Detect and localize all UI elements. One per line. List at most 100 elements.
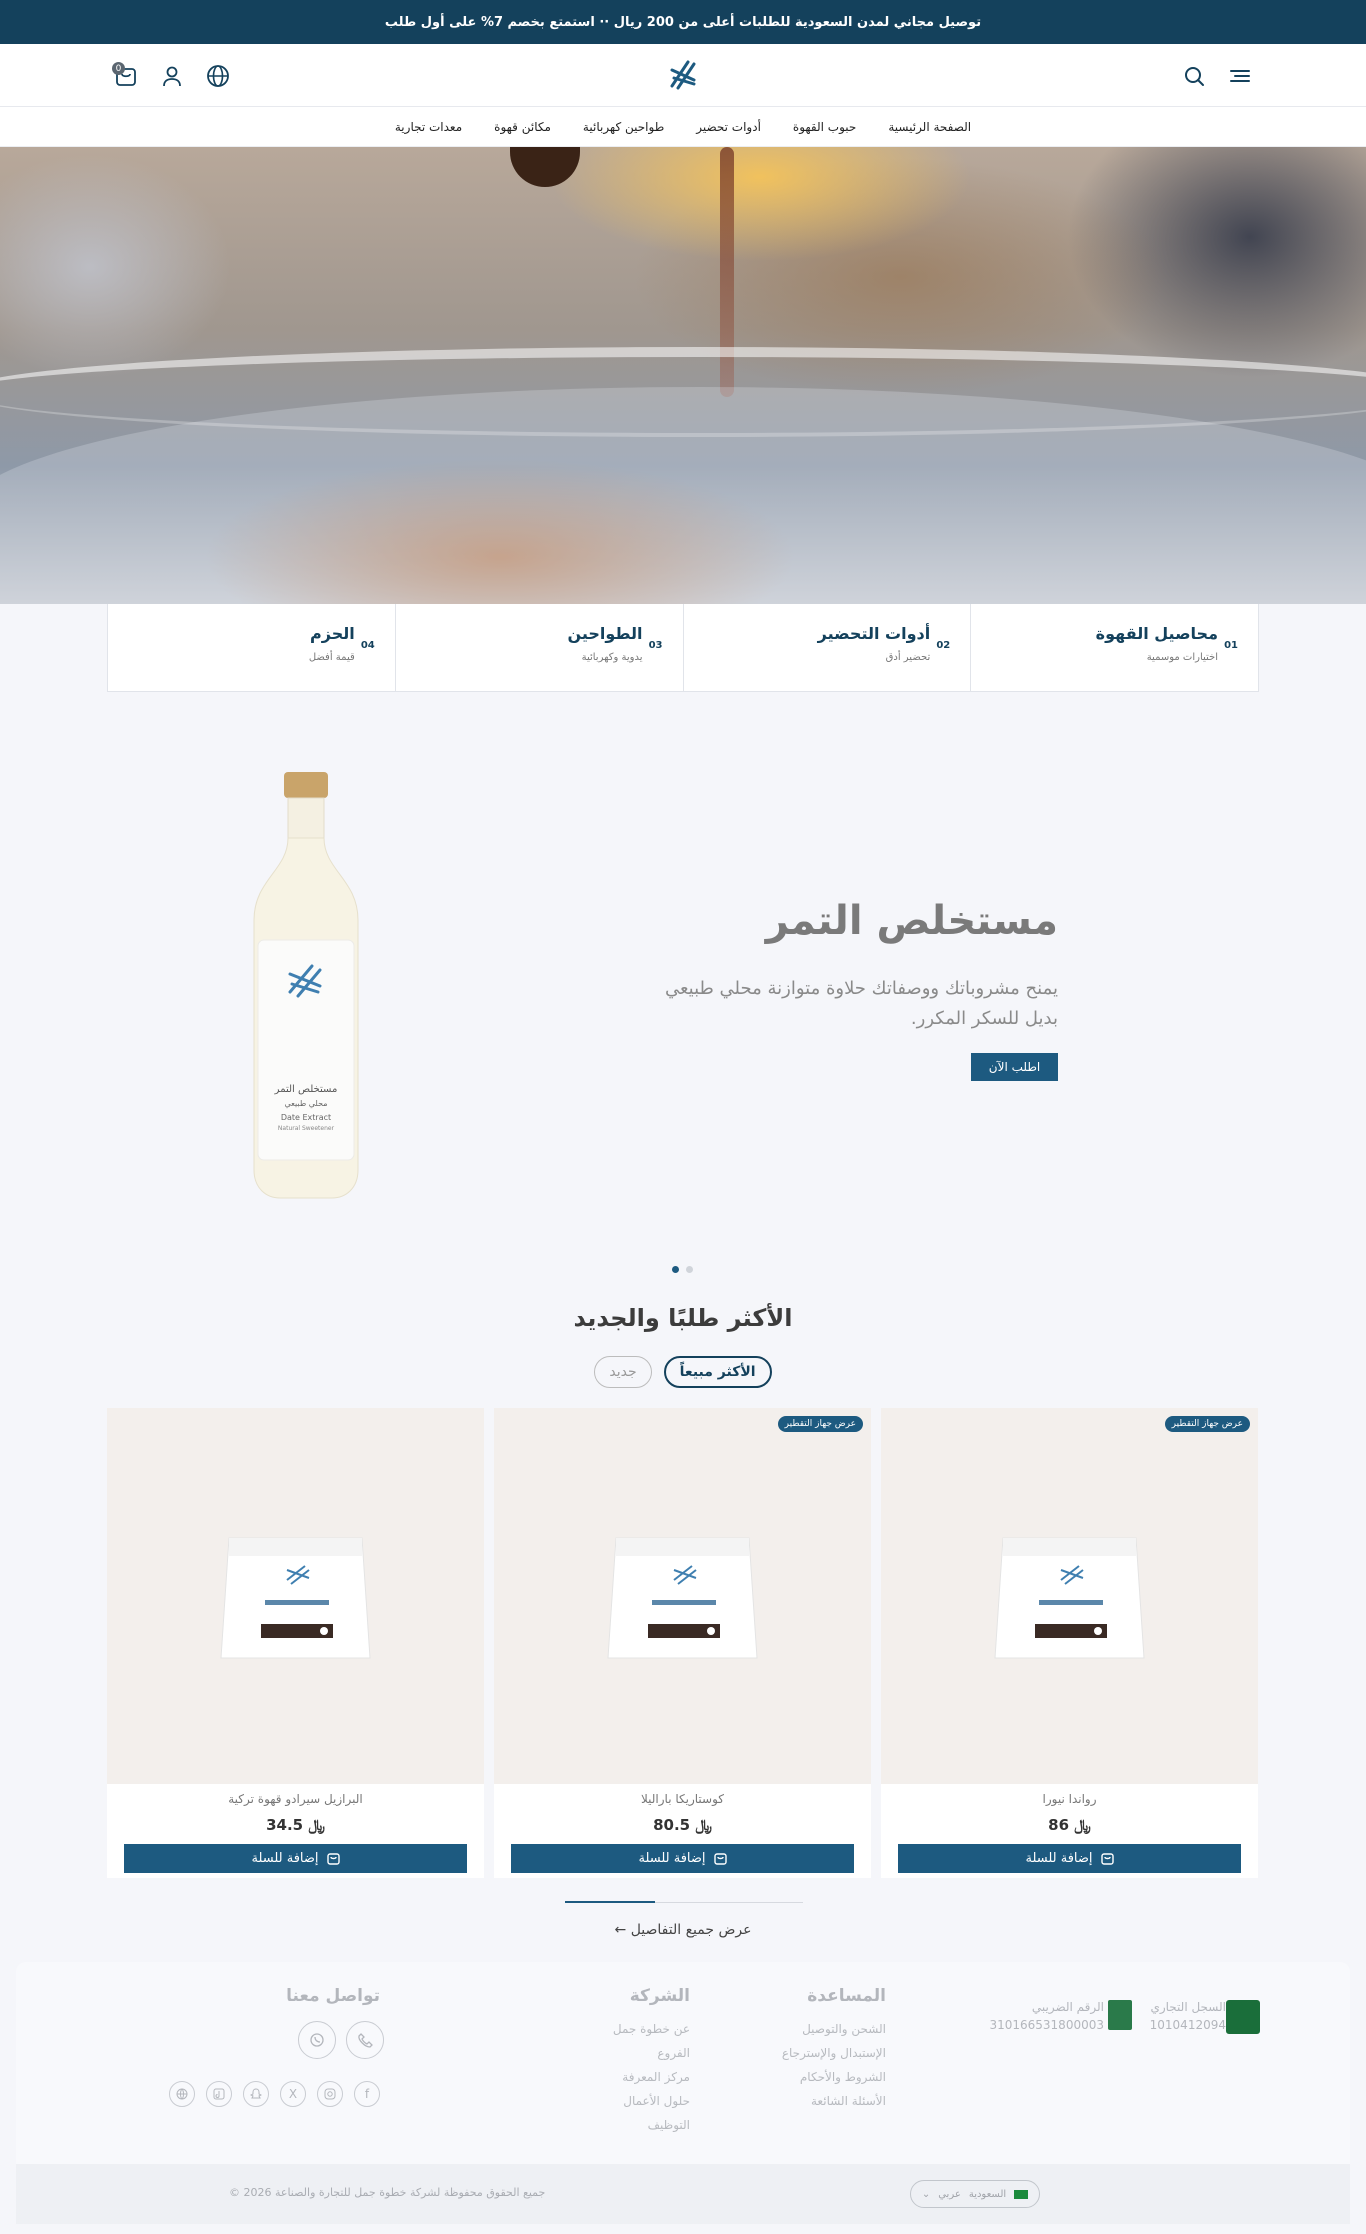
category-title: الطواحين <box>567 624 643 643</box>
nav-item-coffee-machines[interactable]: مكائن قهوة <box>494 120 551 134</box>
bottle-sublabel: محلي طبيعي <box>284 1099 327 1108</box>
footer-link-shipping[interactable]: الشحن والتوصيل <box>802 2022 886 2036</box>
announcement-bar: توصيل مجاني لمدن السعودية للطلبات أعلى م… <box>0 0 1366 44</box>
category-strip: 01 محاصيل القهوة اختيارات موسمية 02 أدوا… <box>107 604 1259 692</box>
category-subtitle: يدوية وكهربائية <box>581 652 643 663</box>
coffee-bag-image <box>607 1537 758 1659</box>
add-to-cart-label: إضافة للسلة <box>1025 1851 1093 1866</box>
cart-icon <box>1100 1853 1114 1865</box>
product-image[interactable]: عرض جهاز التقطير <box>494 1408 871 1784</box>
slide-title: مستخلص التمر <box>765 898 1058 944</box>
contact-column-title: تواصل معنا <box>286 1986 380 2006</box>
x-twitter-icon[interactable]: X <box>280 2081 306 2107</box>
category-number: 01 <box>1224 640 1238 651</box>
category-grinders[interactable]: 03 الطواحين يدوية وكهربائية <box>394 604 683 691</box>
announcement-text: توصيل مجاني لمدن السعودية للطلبات أعلى م… <box>384 14 982 30</box>
footer-link-branches[interactable]: الفروع <box>657 2046 690 2060</box>
product-price-value: 86 <box>1048 1816 1070 1834</box>
cr-label: السجل التجاري <box>1150 2000 1226 2014</box>
footer-link-knowledge-center[interactable]: مركز المعرفة <box>622 2070 690 2084</box>
product-image[interactable]: عرض جهاز التقطير <box>881 1408 1258 1784</box>
whatsapp-icon[interactable] <box>298 2021 336 2059</box>
help-column-title: المساعدة <box>807 1986 886 2006</box>
facebook-icon[interactable]: f <box>354 2081 380 2107</box>
company-column-title: الشركة <box>629 1986 690 2006</box>
locale-selector[interactable]: السعودية عربي ⌄ <box>910 2180 1040 2208</box>
snapchat-icon[interactable] <box>243 2081 269 2107</box>
hero-banner-image[interactable] <box>0 147 1366 604</box>
footer-link-faq[interactable]: الأسئلة الشائعة <box>811 2094 886 2108</box>
nav-item-coffee-beans[interactable]: حبوب القهوة <box>793 120 856 134</box>
footer-link-about[interactable]: عن خطوة جمل <box>613 2022 690 2036</box>
logo[interactable] <box>664 56 702 94</box>
section-title: الأكثر طلبًا والجديد <box>573 1304 793 1332</box>
globe-icon[interactable] <box>202 60 234 92</box>
tab-best-sellers[interactable]: الأكثر مبيعاً <box>663 1356 772 1388</box>
tab-new[interactable]: جديد <box>594 1356 652 1388</box>
product-card[interactable]: عرض جهاز التقطير كوستاريكا باراليلا ﷼ 80… <box>494 1408 871 1878</box>
footer-bottom-bar: جميع الحقوق محفوظة لشركة خطوة جمل للتجار… <box>16 2164 1350 2224</box>
copyright-text: جميع الحقوق محفوظة لشركة خطوة جمل للتجار… <box>229 2186 546 2199</box>
nav-item-home[interactable]: الصفحة الرئيسية <box>888 120 971 134</box>
category-subtitle: اختيارات موسمية <box>1146 652 1218 663</box>
product-name[interactable]: كوستاريكا باراليلا <box>494 1792 871 1806</box>
tax-number: 310166531800003 <box>989 2018 1104 2032</box>
product-name[interactable]: البرازيل سيرادو قهوة تركية <box>107 1792 484 1806</box>
saudi-flag-icon <box>1014 2189 1029 2199</box>
date-extract-bottle-image[interactable]: مستخلص التمر محلي طبيعي Date Extract Nat… <box>250 770 362 1200</box>
coffee-drop <box>510 147 580 187</box>
add-to-cart-label: إضافة للسلة <box>251 1851 319 1866</box>
add-to-cart-button[interactable]: إضافة للسلة <box>124 1844 467 1873</box>
product-card[interactable]: البرازيل سيرادو قهوة تركية ﷼ 34.5 إضافة … <box>107 1408 484 1878</box>
category-number: 03 <box>648 640 663 651</box>
cr-number: 1010412094 <box>1149 2018 1226 2032</box>
glass-rim <box>0 347 1366 437</box>
arrow-left-icon: ← <box>614 1922 627 1938</box>
footer-link-terms[interactable]: الشروط والأحكام <box>800 2070 886 2084</box>
add-to-cart-button[interactable]: إضافة للسلة <box>511 1844 854 1873</box>
site-footer: السجل التجاري 1010412094 الرقم الضريبي 3… <box>16 1962 1350 2164</box>
nav-item-commercial-equipment[interactable]: معدات تجارية <box>395 120 462 134</box>
slide-description: يمنح مشروباتك ووصفاتك حلاوة متوازنة محلي… <box>664 978 1058 1029</box>
bottle-sublabel-english: Natural Sweetener <box>278 1125 335 1132</box>
slider-dot-1[interactable] <box>672 1266 679 1273</box>
slider-dot-2[interactable] <box>686 1266 693 1273</box>
account-icon[interactable] <box>156 60 188 92</box>
cart-icon[interactable]: 0 <box>110 60 142 92</box>
bottle-label-english: Date Extract <box>281 1113 331 1122</box>
category-subtitle: قيمة أفضل <box>308 652 355 663</box>
product-image[interactable] <box>107 1408 484 1784</box>
phone-icon[interactable] <box>346 2021 384 2059</box>
website-globe-icon[interactable] <box>169 2081 195 2107</box>
category-title: محاصيل القهوة <box>1095 624 1218 643</box>
category-title: أدوات التحضير <box>817 624 931 643</box>
order-now-button[interactable]: اطلب الآن <box>971 1053 1058 1081</box>
category-brewing-tools[interactable]: 02 أدوات التحضير تحضير أدق <box>682 604 971 691</box>
coffee-bag-image <box>220 1537 371 1659</box>
product-price-value: 34.5 <box>266 1816 304 1834</box>
footer-link-returns[interactable]: الإستبدال والإسترجاع <box>782 2046 886 2060</box>
category-number: 02 <box>936 640 951 651</box>
riyal-icon: ﷼ <box>303 1816 325 1834</box>
product-price: ﷼ 86 <box>881 1816 1258 1834</box>
view-all-link[interactable]: عرض جميع التفاصيل ← <box>0 1922 1366 1938</box>
search-icon[interactable] <box>1178 60 1210 92</box>
category-subtitle: تحضير أدق <box>885 652 931 663</box>
category-bundles[interactable]: 04 الحزم قيمة أفضل <box>108 604 395 691</box>
nav-item-electric-grinders[interactable]: طواحين كهربائية <box>583 120 664 134</box>
nav-item-brewing-tools[interactable]: أدوات تحضير <box>696 120 761 134</box>
add-to-cart-button[interactable]: إضافة للسلة <box>898 1844 1241 1873</box>
product-name[interactable]: رواندا نيورا <box>881 1792 1258 1806</box>
menu-icon[interactable] <box>1224 60 1256 92</box>
instagram-icon[interactable] <box>317 2081 343 2107</box>
category-coffee-crops[interactable]: 01 محاصيل القهوة اختيارات موسمية <box>970 604 1258 691</box>
main-nav: الصفحة الرئيسية حبوب القهوة أدوات تحضير … <box>0 107 1366 147</box>
product-badge: عرض جهاز التقطير <box>1164 1416 1250 1432</box>
footer-link-careers[interactable]: التوظيف <box>648 2118 690 2132</box>
footer-link-business[interactable]: حلول الأعمال <box>623 2094 690 2108</box>
site-header: 0 <box>0 44 1366 107</box>
chevron-down-icon: ⌄ <box>921 2188 931 2200</box>
tiktok-icon[interactable] <box>206 2081 232 2107</box>
tax-label: الرقم الضريبي <box>1031 2000 1104 2014</box>
product-card[interactable]: عرض جهاز التقطير رواندا نيورا ﷼ 86 إضافة… <box>881 1408 1258 1878</box>
